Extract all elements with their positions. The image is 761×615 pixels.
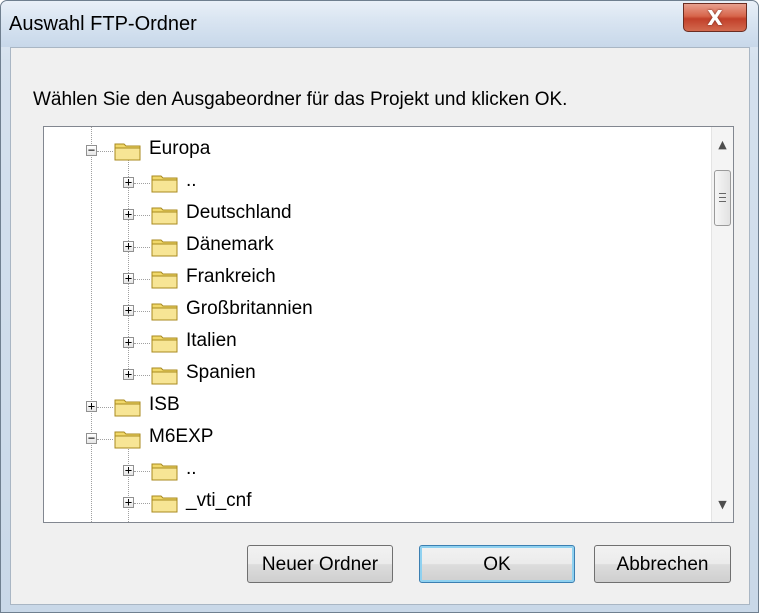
tree-line: [97, 151, 113, 153]
tree-node-label: ISB: [149, 394, 180, 415]
tree-line: [134, 183, 150, 185]
tree-node-label: Frankreich: [186, 266, 276, 287]
tree-node-italien[interactable]: + Italien: [44, 329, 644, 359]
tree-node-m6exp[interactable]: − M6EXP: [44, 425, 644, 455]
tree-node-label: ..: [186, 170, 197, 191]
tree-line: [134, 375, 150, 377]
ok-button[interactable]: OK: [419, 545, 575, 583]
expand-icon[interactable]: +: [86, 400, 97, 412]
scroll-up-icon[interactable]: ▲: [713, 135, 732, 154]
folder-icon: [151, 495, 178, 513]
close-icon: X: [707, 6, 723, 30]
folder-icon: [151, 207, 178, 225]
collapse-icon[interactable]: −: [86, 144, 97, 156]
tree-node-grossbritannien[interactable]: + Großbritannien: [44, 297, 644, 327]
folder-icon: [114, 431, 141, 449]
tree-line: [97, 407, 113, 409]
tree-node-spanien[interactable]: + Spanien: [44, 361, 644, 391]
tree-node-label: M6EXP: [149, 426, 214, 447]
scrollbar-thumb[interactable]: [714, 170, 731, 226]
tree-line: [134, 343, 150, 345]
tree-node-europa[interactable]: − Europa: [44, 137, 644, 167]
expand-icon[interactable]: +: [123, 304, 134, 316]
tree-line: [134, 215, 150, 217]
folder-icon: [151, 239, 178, 257]
tree-line: [134, 311, 150, 313]
tree-node-deutschland[interactable]: + Deutschland: [44, 201, 644, 231]
expand-icon[interactable]: +: [123, 176, 134, 188]
tree-node-parent[interactable]: + ..: [44, 169, 644, 199]
tree-node-label: Großbritannien: [186, 298, 313, 319]
tree-line: [134, 247, 150, 249]
close-button[interactable]: X: [683, 3, 747, 32]
tree-line: [134, 503, 150, 505]
expand-icon[interactable]: +: [123, 272, 134, 284]
tree-node-label: Europa: [149, 138, 211, 159]
folder-icon: [151, 271, 178, 289]
folder-icon: [114, 143, 141, 161]
tree-node-label: ..: [186, 458, 197, 479]
scroll-down-icon[interactable]: ▼: [713, 495, 732, 514]
expand-icon[interactable]: +: [123, 464, 134, 476]
expand-icon[interactable]: +: [123, 208, 134, 220]
folder-icon: [151, 463, 178, 481]
grip-icon: [719, 193, 726, 194]
dialog-client-area: Wählen Sie den Ausgabeordner für das Pro…: [10, 47, 750, 605]
expand-icon[interactable]: +: [123, 336, 134, 348]
folder-icon: [151, 175, 178, 193]
tree-node-parent[interactable]: + ..: [44, 457, 644, 487]
tree-node-label: _vti_cnf: [186, 490, 252, 511]
window-title: Auswahl FTP-Ordner: [9, 13, 197, 35]
tree-node-label: Spanien: [186, 362, 256, 383]
tree-line: [97, 439, 113, 441]
tree-node-daenemark[interactable]: + Dänemark: [44, 233, 644, 263]
tree-node-vti-cnf[interactable]: + _vti_cnf: [44, 489, 644, 519]
title-bar[interactable]: Auswahl FTP-Ordner X: [1, 1, 758, 47]
grip-icon: [719, 197, 726, 198]
folder-icon: [151, 335, 178, 353]
folder-icon: [114, 399, 141, 417]
new-folder-button[interactable]: Neuer Ordner: [247, 545, 393, 583]
tree-node-label: Dänemark: [186, 234, 274, 255]
tree-node-label: Deutschland: [186, 202, 292, 223]
tree-node-isb[interactable]: + ISB: [44, 393, 644, 423]
cancel-button[interactable]: Abbrechen: [594, 545, 731, 583]
collapse-icon[interactable]: −: [86, 432, 97, 444]
folder-icon: [151, 367, 178, 385]
grip-icon: [719, 201, 726, 202]
vertical-scrollbar[interactable]: ▲ ▼: [711, 127, 733, 522]
tree-line: [134, 471, 150, 473]
instruction-text: Wählen Sie den Ausgabeordner für das Pro…: [33, 89, 568, 110]
folder-tree[interactable]: − Europa + .. + Deutschland + Dänemark +…: [43, 126, 734, 523]
expand-icon[interactable]: +: [123, 240, 134, 252]
folder-icon: [151, 303, 178, 321]
dialog-window: Auswahl FTP-Ordner X Wählen Sie den Ausg…: [0, 0, 759, 613]
expand-icon[interactable]: +: [123, 368, 134, 380]
tree-node-label: Italien: [186, 330, 237, 351]
expand-icon[interactable]: +: [123, 496, 134, 508]
tree-node-frankreich[interactable]: + Frankreich: [44, 265, 644, 295]
tree-line: [134, 279, 150, 281]
